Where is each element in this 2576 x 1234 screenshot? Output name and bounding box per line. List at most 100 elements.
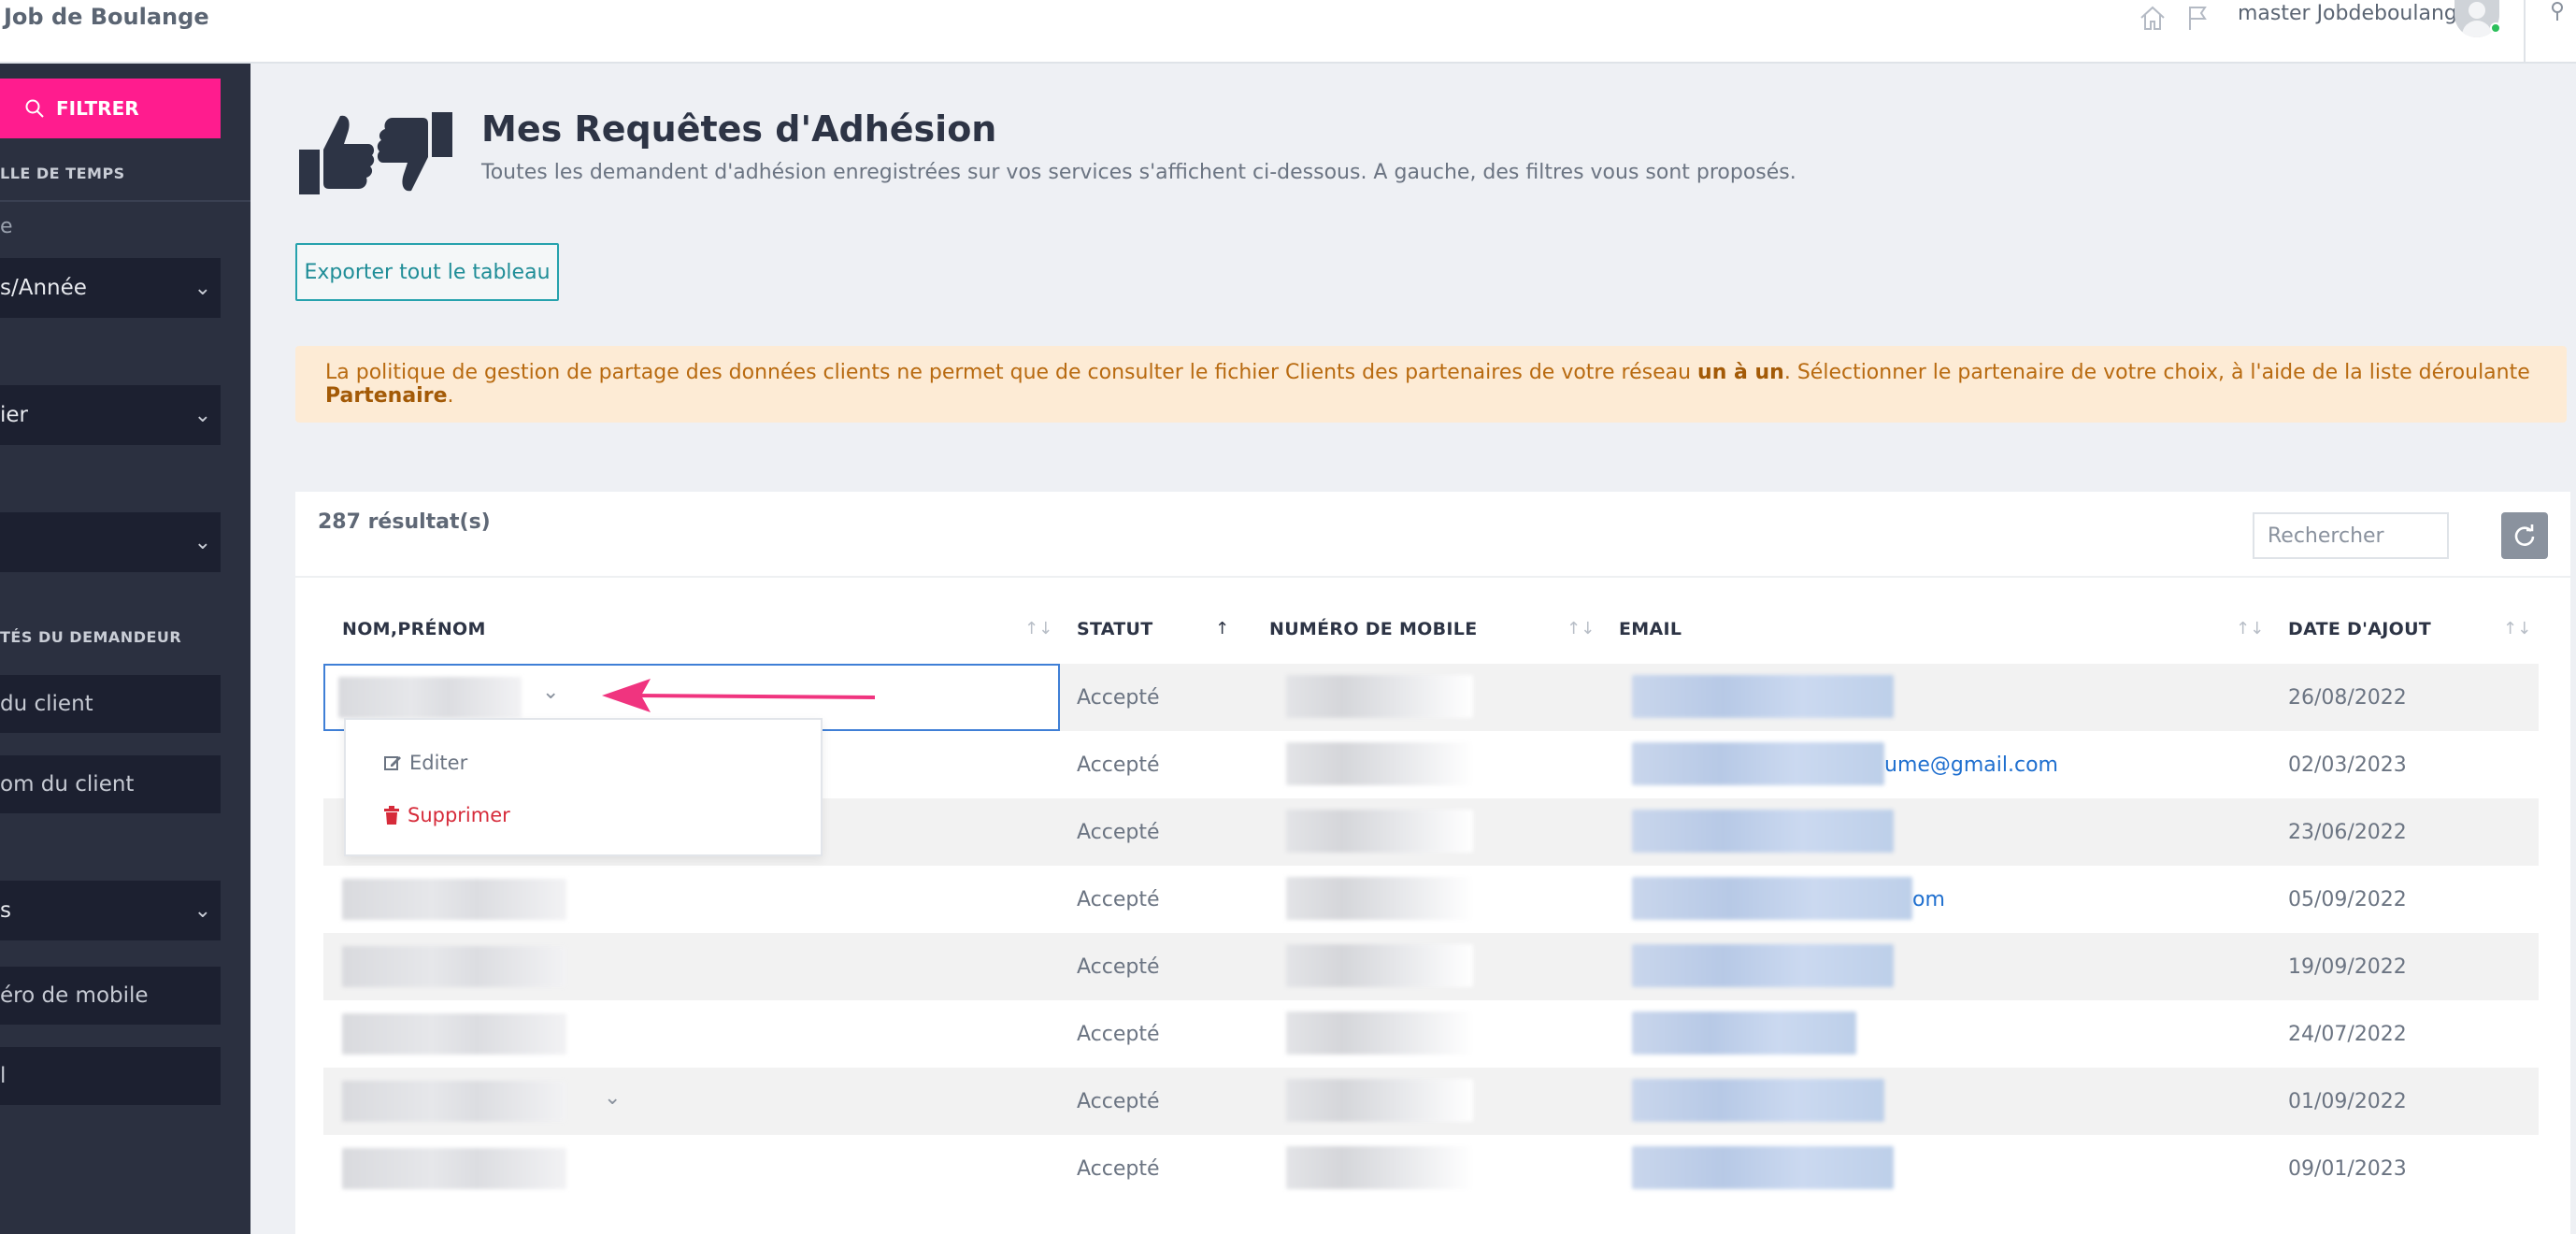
export-table-button[interactable]: Exporter tout le tableau [295,243,559,301]
name-cell-redacted [342,1081,566,1122]
name-cell-redacted [342,879,566,920]
column-header-email[interactable]: EMAIL [1619,619,1682,639]
mobile-cell-redacted [1286,742,1473,785]
date-cell: 26/08/2022 [2288,685,2407,710]
name-cell-redacted [338,677,522,718]
status-select-value: s [0,898,11,923]
results-count: 287 résultat(s) [318,510,491,534]
table-row[interactable]: Accepté 19/09/2022 [323,933,2539,1000]
chevron-down-icon[interactable]: ⌄ [604,1086,621,1110]
alert-text-3: . [447,384,454,408]
alert-bold-1: un à un [1697,361,1784,384]
status-cell: Accepté [1077,1089,1160,1113]
mobile-cell-redacted [1286,810,1473,853]
card-divider [295,576,2570,578]
month-select[interactable]: ier ⌄ [0,385,221,445]
filter-button[interactable]: FILTRER [0,79,221,138]
search-icon [25,99,44,118]
settings-icon[interactable] [2544,0,2576,32]
arrow-annotation-icon [602,679,876,712]
date-cell: 01/09/2022 [2288,1089,2407,1113]
date-cell: 02/03/2023 [2288,753,2407,777]
email-cell-redacted [1632,1146,1894,1189]
table-row[interactable]: Accepté 09/01/2023 [323,1135,2539,1202]
email-cell-visible[interactable]: ume@gmail.com [1884,731,2058,798]
topbar-divider [2524,0,2526,62]
sort-asc-icon[interactable]: ↑ [1215,619,1229,639]
section-time-heading: LLE DE TEMPS [0,165,125,182]
partner-policy-alert: La politique de gestion de partage des d… [295,346,2567,423]
name-cell-redacted [342,1013,566,1055]
status-select[interactable]: s ⌄ [0,881,221,940]
mobile-cell-redacted [1286,944,1473,987]
mobile-cell-redacted [1286,1079,1473,1122]
filter-button-label: FILTRER [56,97,139,120]
period-select-value: s/Année [0,276,87,300]
table-row[interactable]: Accepté 24/07/2022 [323,1000,2539,1068]
email-cell-redacted [1632,877,1912,920]
month-select-value: ier [0,403,28,427]
section-requester-heading: TÉS DU DEMANDEUR [0,628,182,646]
status-cell: Accepté [1077,685,1160,710]
email-cell-redacted [1632,742,1884,785]
status-cell: Accepté [1077,753,1160,777]
table-row[interactable]: ⌄ Accepté 01/09/2022 [323,1068,2539,1135]
refresh-icon [2514,524,2535,546]
email-cell-redacted [1632,1012,1856,1055]
page-subtitle: Toutes les demandent d'adhésion enregist… [481,161,1796,184]
status-cell: Accepté [1077,887,1160,911]
status-cell: Accepté [1077,820,1160,844]
date-cell: 09/01/2023 [2288,1156,2407,1181]
sort-icon[interactable]: ↑↓ [2236,619,2264,639]
sort-icon[interactable]: ↑↓ [1024,619,1052,639]
status-cell: Accepté [1077,954,1160,979]
flag-icon[interactable] [2182,2,2213,34]
edit-menu-label: Editer [409,752,468,774]
email-cell-redacted [1632,810,1894,853]
mobile-cell-redacted [1286,1146,1473,1189]
alert-bold-2: Partenaire [325,384,448,408]
client-name-input[interactable]: om du client [0,755,221,813]
chevron-down-icon[interactable]: ⌄ [542,681,559,704]
email-cell-redacted [1632,675,1894,718]
date-cell: 23/06/2022 [2288,820,2407,844]
sort-icon[interactable]: ↑↓ [2503,619,2531,639]
chevron-down-icon: ⌄ [193,403,211,427]
time-sublabel: e [0,215,13,238]
column-header-status[interactable]: STATUT [1077,619,1153,639]
mobile-cell-redacted [1286,675,1473,718]
table-search-input[interactable]: Rechercher [2253,512,2449,559]
online-status-dot [2490,22,2501,34]
email-input[interactable]: l [0,1047,221,1105]
refresh-button[interactable] [2501,512,2548,559]
row-actions-dropdown: Editer Supprimer [344,718,823,856]
status-cell: Accepté [1077,1156,1160,1181]
edit-icon [384,756,401,770]
delete-menu-item[interactable]: Supprimer [383,804,510,826]
trash-icon [384,806,399,825]
date-cell: 24/07/2022 [2288,1022,2407,1046]
column-header-mobile[interactable]: NUMÉRO DE MOBILE [1269,619,1477,639]
partner-select[interactable]: ⌄ [0,512,221,572]
column-header-date[interactable]: DATE D'AJOUT [2288,619,2431,639]
mobile-input[interactable]: éro de mobile [0,967,221,1025]
alert-text-2: . Sélectionner le partenaire de votre ch… [1783,361,2530,384]
column-header-name[interactable]: NOM,PRÉNOM [342,619,486,639]
name-cell-redacted [342,1148,566,1189]
chevron-down-icon: ⌄ [193,530,211,554]
email-cell-visible[interactable]: om [1912,866,1945,933]
client-input[interactable]: du client [0,675,221,733]
email-cell-redacted [1632,1079,1884,1122]
home-icon[interactable] [2137,2,2168,34]
sidebar: FILTRER LLE DE TEMPS e s/Année ⌄ ier ⌄ ⌄… [0,64,250,1234]
date-cell: 05/09/2022 [2288,887,2407,911]
period-select[interactable]: s/Année ⌄ [0,258,221,318]
sort-icon[interactable]: ↑↓ [1567,619,1595,639]
mobile-cell-redacted [1286,877,1473,920]
alert-text-1: La politique de gestion de partage des d… [325,361,1698,384]
edit-menu-item[interactable]: Editer [383,752,467,774]
table-row[interactable]: Accepté om 05/09/2022 [323,866,2539,933]
app-brand[interactable]: Job de Boulange [4,4,209,30]
chevron-down-icon: ⌄ [193,276,211,300]
user-name[interactable]: master Jobdeboulange [2238,2,2469,25]
